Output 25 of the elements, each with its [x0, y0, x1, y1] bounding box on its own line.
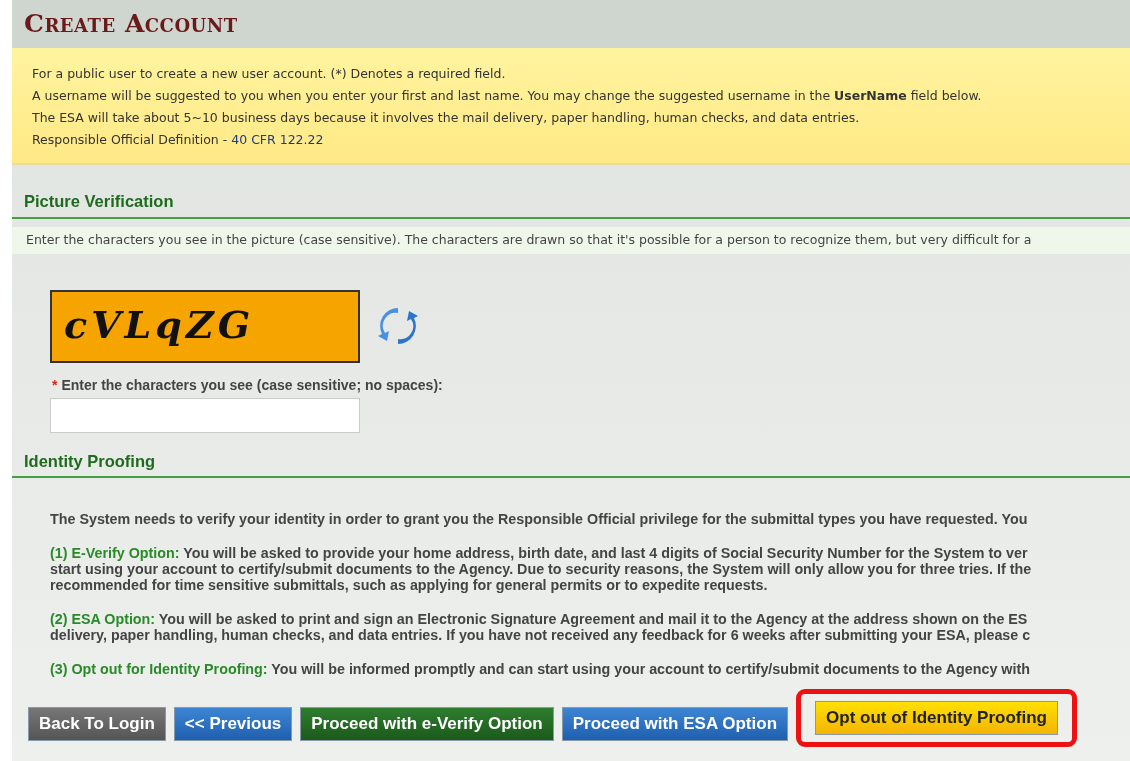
section-heading: Picture Verification	[12, 189, 1130, 219]
nav-button[interactable]: Proceed with ESA Option	[561, 707, 789, 742]
field-label: Enter the characters you see (case sensitive; no spaces):	[61, 376, 443, 393]
nav-button[interactable]: Proceed with e-Verify Option	[300, 707, 554, 742]
paragraph-text: The System needs to verify your identity in order to grant you the Responsible Official privilege for the submittal types you have requested. You	[50, 511, 1029, 528]
page-title: Create Account	[24, 10, 239, 38]
nav-button[interactable]: << Previous	[173, 707, 293, 742]
definition-link[interactable]: 40 CFR 122.22	[231, 132, 324, 147]
paragraph-text: (3) Opt out for Identity Proofing: You will be informed promptly and can start using your account to certify/submit documents to the Agency with	[50, 661, 1031, 678]
definition-label: Responsible Official Definition -	[32, 132, 229, 147]
notice-text: For a public user to create a new user account. (*) Denotes a required field.	[32, 65, 507, 83]
paragraph-text: start using your account to certify/submit documents to the Agency. Due to security reasons, the System will only allow you for three tries. If the	[50, 561, 1033, 578]
paragraph-text: (2) ESA Option: You will be asked to print and sign an Electronic Signature Agreement and mail it to the Agency at the address shown on the ES	[50, 611, 1029, 628]
captcha-input[interactable]	[50, 397, 360, 433]
required-mark: *	[52, 376, 58, 393]
paragraph-text: recommended for time sensitive submittals, such as applying for general permits or to expedite requests.	[50, 577, 769, 594]
paragraph-text: (1) E-Verify Option: You will be asked to provide your home address, birth date, and last 4 digits of Social Security Number for the System to ver	[50, 545, 1029, 562]
paragraph-text: delivery, paper handling, human checks, and data entries. If you have not received any feedback for 6 weeks after submitting your ESA, please c	[50, 627, 1032, 644]
nav-button[interactable]: Opt out of Identity Proofing	[815, 701, 1058, 736]
captcha-image: cVLqZG	[50, 289, 360, 363]
nav-button[interactable]: Back To Login	[28, 707, 166, 742]
notice-text: The ESA will take about 5~10 business days because it involves the mail delivery, paper handling, human checks, and data entries.	[32, 109, 861, 127]
instruction-text: Enter the characters you see in the picture (case sensitive). The characters are drawn so that it's possible for a person to recognize them, but very difficult for a	[12, 226, 1130, 254]
notice-text: A username will be suggested to you when you enter your first and last name. You may change the suggested username in the UserName field below.	[32, 87, 983, 105]
section-heading: Identity Proofing	[12, 448, 1130, 479]
